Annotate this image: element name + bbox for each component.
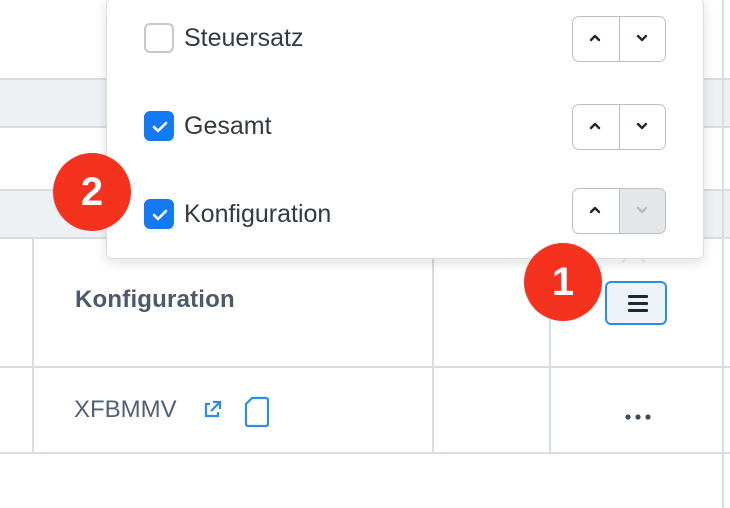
document-icon[interactable]	[244, 396, 270, 433]
external-link-icon[interactable]	[202, 400, 222, 425]
table-divider	[0, 452, 730, 454]
column-option-gesamt: Gesamt	[107, 99, 703, 159]
check-icon	[152, 121, 168, 133]
move-down-button-disabled	[619, 189, 665, 233]
move-down-button[interactable]	[619, 17, 665, 61]
chevron-up-icon	[589, 206, 601, 214]
chevron-down-icon	[636, 34, 648, 42]
reorder-buttons	[572, 16, 666, 62]
column-option-label: Konfiguration	[184, 200, 332, 228]
ellipsis-icon[interactable]	[625, 407, 651, 425]
configuration-link[interactable]: XFBMMV	[74, 396, 177, 424]
column-settings-dropdown: Steuersatz Gesamt Konfiguration	[106, 0, 704, 259]
annotation-badge-1: 1	[524, 243, 602, 321]
annotation-badge-2: 2	[53, 153, 131, 231]
move-up-button[interactable]	[573, 105, 619, 149]
chevron-down-icon	[636, 206, 648, 214]
checkbox-steuersatz[interactable]	[144, 23, 174, 53]
move-up-button[interactable]	[573, 189, 619, 233]
column-option-konfiguration: Konfiguration	[107, 187, 703, 247]
checkbox-gesamt[interactable]	[144, 111, 174, 141]
table-column-border	[432, 237, 434, 454]
column-option-steuersatz: Steuersatz	[107, 11, 703, 71]
check-icon	[152, 209, 168, 221]
table-divider	[0, 366, 730, 368]
reorder-buttons	[572, 104, 666, 150]
move-down-button[interactable]	[619, 105, 665, 149]
chevron-up-icon	[589, 122, 601, 130]
column-settings-button[interactable]	[605, 281, 667, 325]
reorder-buttons	[572, 188, 666, 234]
checkbox-konfiguration[interactable]	[144, 199, 174, 229]
table-column-border	[32, 237, 34, 454]
table-column-border	[722, 0, 724, 508]
column-header-konfiguration: Konfiguration	[75, 286, 235, 313]
chevron-up-icon	[589, 34, 601, 42]
column-option-label: Gesamt	[184, 112, 272, 140]
chevron-down-icon	[636, 122, 648, 130]
column-option-label: Steuersatz	[184, 24, 304, 52]
move-up-button[interactable]	[573, 17, 619, 61]
